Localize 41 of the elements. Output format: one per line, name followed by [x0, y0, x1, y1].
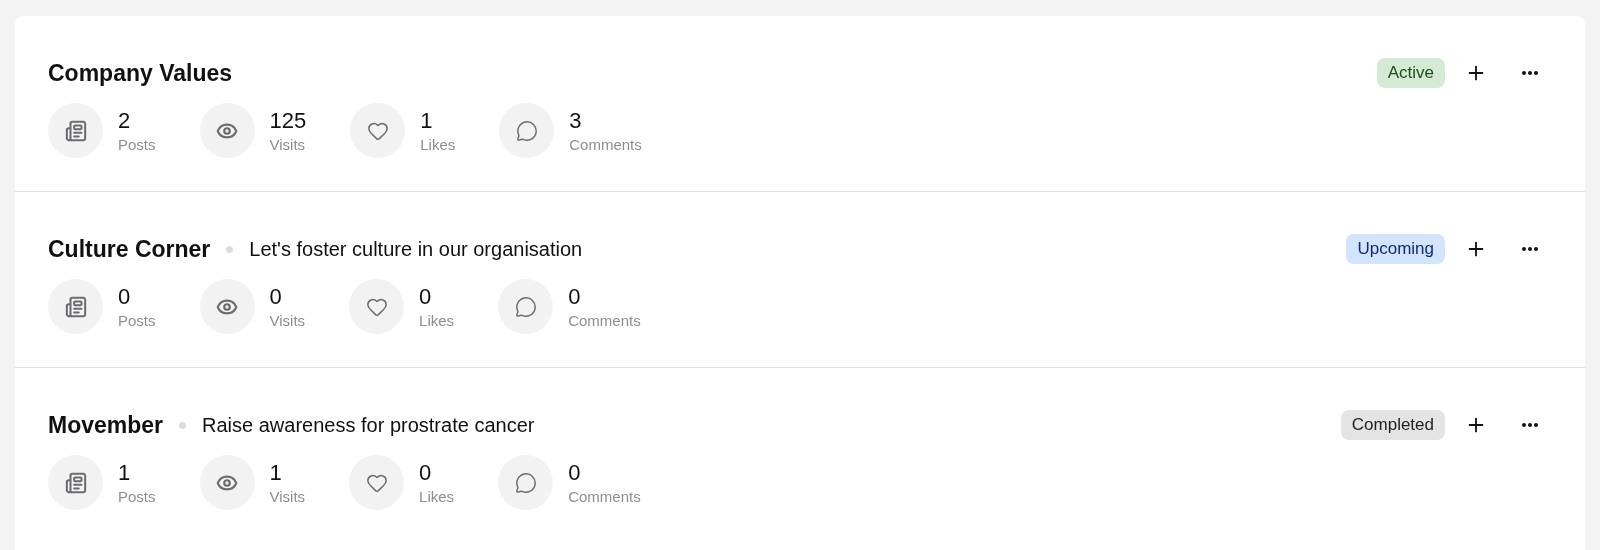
campaign-title: Movember [48, 410, 164, 440]
stat-label: Comments [568, 310, 641, 331]
stat-label: Posts [118, 486, 156, 507]
stat-label: Likes [420, 134, 456, 155]
stat-value: 3 [569, 106, 583, 135]
campaign-title: Company Values [48, 58, 233, 88]
stat-label: Visits [269, 486, 306, 507]
stat-label: Comments [569, 134, 642, 155]
newspaper-icon [64, 295, 87, 318]
stat-label: Visits [269, 134, 307, 155]
campaign-title: Culture Corner [48, 234, 211, 264]
newspaper-icon [64, 119, 87, 142]
stat-label: Likes [419, 486, 455, 507]
stat-value: 0 [419, 282, 433, 311]
speech-bubble-icon [515, 119, 538, 142]
stat-label: Posts [118, 310, 156, 331]
status-badge: Upcoming [1346, 234, 1445, 264]
stat-value: 0 [118, 282, 132, 311]
more-icon [1522, 71, 1538, 75]
campaign-description: Raise awareness for prostrate cancer [202, 413, 535, 438]
stat-value: 0 [419, 458, 433, 487]
status-badge: Completed [1340, 410, 1445, 440]
newspaper-icon [64, 471, 87, 494]
speech-bubble-icon [514, 471, 537, 494]
status-badge: Active [1376, 58, 1445, 88]
stat-label: Posts [118, 134, 156, 155]
stat-value: 2 [118, 106, 132, 135]
stat-value: 125 [269, 106, 307, 135]
campaign-description: Let's foster culture in our organisation [249, 237, 583, 262]
speech-bubble-icon [514, 295, 537, 318]
stat-value: 1 [420, 106, 434, 135]
more-icon [1522, 247, 1538, 251]
stat-label: Visits [269, 310, 306, 331]
stat-label: Comments [568, 486, 641, 507]
stat-value: 0 [568, 458, 582, 487]
stat-value: 1 [118, 458, 132, 487]
stat-value: 0 [568, 282, 582, 311]
stat-label: Likes [419, 310, 455, 331]
stat-value: 1 [269, 458, 283, 487]
more-icon [1522, 423, 1538, 427]
stat-value: 0 [269, 282, 283, 311]
